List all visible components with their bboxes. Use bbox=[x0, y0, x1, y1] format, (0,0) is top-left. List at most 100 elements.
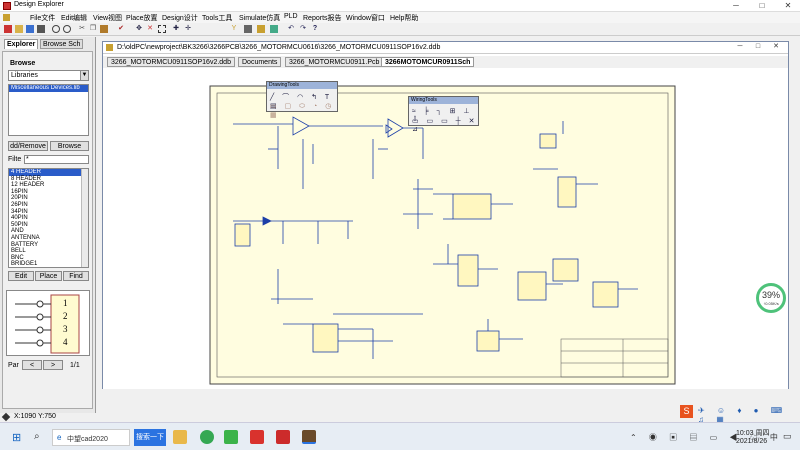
notification-icon[interactable]: ▭ bbox=[783, 431, 792, 442]
close-button[interactable]: ✕ bbox=[777, 0, 799, 12]
menu-help[interactable]: Help帮助 bbox=[390, 13, 418, 23]
menu-simulate[interactable]: Simulate仿真 bbox=[239, 13, 280, 23]
find-button[interactable]: Find bbox=[63, 271, 89, 281]
shape-tools-icon[interactable]: ▭ ▢ ⬭ ◔ ◷ ▦ bbox=[270, 102, 337, 119]
network-speed-widget[interactable]: 39% ↑0.05K/s bbox=[756, 283, 786, 313]
library-icon[interactable] bbox=[244, 25, 252, 33]
document-path: D:\oldPC\newproject\BK3266\3266PCB\3266_… bbox=[117, 44, 441, 51]
select-icon[interactable] bbox=[158, 25, 166, 33]
drawing-tools-palette[interactable]: DrawingTools ╱ ⌒ ◠ ↰ T ▤ ▭ ▢ ⬭ ◔ ◷ ▦ bbox=[266, 81, 338, 119]
tab-explorer[interactable]: Explorer bbox=[4, 39, 39, 49]
move-icon[interactable]: ✥ bbox=[135, 25, 143, 33]
menu-pld[interactable]: PLD bbox=[284, 13, 298, 20]
browse-select[interactable]: Libraries ▼ bbox=[8, 70, 89, 81]
list-item[interactable]: 16PIN bbox=[9, 189, 88, 196]
schematic-canvas[interactable]: DrawingTools ╱ ⌒ ◠ ↰ T ▤ ▭ ▢ ⬭ ◔ ◷ ▦ Wir… bbox=[103, 69, 788, 389]
drag-icon[interactable]: ✚ bbox=[172, 25, 180, 33]
protel-icon[interactable] bbox=[302, 430, 316, 444]
part-prev-button[interactable]: < bbox=[22, 360, 42, 370]
list-item[interactable]: 8 HEADER bbox=[9, 176, 88, 183]
list-item[interactable]: ANTENNA bbox=[9, 235, 88, 242]
app-red-icon[interactable] bbox=[250, 430, 264, 444]
open-icon[interactable] bbox=[15, 25, 23, 33]
menu-place[interactable]: Place放置 bbox=[126, 13, 158, 23]
windows-start-icon[interactable]: ⊞ bbox=[12, 431, 21, 444]
browser-icon[interactable] bbox=[200, 430, 214, 444]
port-tools-icon[interactable]: ▭ ▭ ▭ ┼ ✕ ⊿ bbox=[412, 117, 478, 133]
search-icon[interactable]: ⌕ bbox=[34, 431, 40, 442]
tab-documents[interactable]: Documents bbox=[238, 57, 282, 67]
menu-edit[interactable]: Edit编辑 bbox=[61, 13, 87, 23]
list-scrollbar[interactable] bbox=[81, 169, 88, 267]
browse-label: Browse bbox=[10, 60, 36, 67]
tab-schematic[interactable]: 3266MOTOMCUR0911Sch bbox=[381, 57, 475, 67]
clock-time[interactable]: 10:03 周四 bbox=[736, 428, 769, 438]
menu-bar: File文件 Edit编辑 View视图 Place放置 Design设计 To… bbox=[0, 12, 800, 23]
list-item[interactable]: 40PIN bbox=[9, 215, 88, 222]
tab-ddb[interactable]: 3266_MOTORMCU0911SOP16v2.ddb bbox=[107, 57, 235, 67]
doc-close-button[interactable]: ✕ bbox=[767, 42, 785, 52]
component-icon[interactable] bbox=[257, 25, 265, 33]
zoom-in-icon[interactable] bbox=[52, 25, 60, 33]
list-item[interactable]: BELL bbox=[9, 248, 88, 255]
list-item[interactable]: 4 HEADER bbox=[9, 169, 88, 176]
preview-pin-1: 1 bbox=[63, 298, 68, 308]
print-icon[interactable] bbox=[37, 25, 45, 33]
probe-icon[interactable]: Y bbox=[230, 25, 238, 33]
doc-minimize-button[interactable]: ─ bbox=[731, 42, 749, 52]
list-item[interactable]: BATTERY bbox=[9, 242, 88, 249]
maximize-button[interactable]: □ bbox=[751, 0, 773, 12]
search-box[interactable]: e 中望cad2020 bbox=[52, 429, 130, 446]
list-item[interactable]: 50PIN bbox=[9, 222, 88, 229]
zoom-out-icon[interactable] bbox=[63, 25, 71, 33]
file-explorer-icon[interactable] bbox=[173, 430, 187, 444]
component-list[interactable]: 4 HEADER 8 HEADER 12 HEADER 16PIN 20PIN … bbox=[8, 168, 89, 268]
taskbar: ⊞ ⌕ e 中望cad2020 搜索一下 ⌃ ◉ ▣ ▤ ▭ ◀ ☁ 中 10:… bbox=[0, 422, 800, 450]
wiring-tools-title: WiringTools bbox=[409, 97, 478, 104]
wps-icon[interactable] bbox=[276, 430, 290, 444]
wechat-icon[interactable] bbox=[224, 430, 238, 444]
cross-icon[interactable]: ✛ bbox=[184, 25, 192, 33]
undo-icon[interactable]: ↶ bbox=[287, 25, 295, 33]
list-item[interactable]: AND bbox=[9, 228, 88, 235]
menu-design[interactable]: Design设计 bbox=[162, 13, 198, 23]
menu-reports[interactable]: Reports报告 bbox=[303, 13, 342, 23]
list-item[interactable]: BNC bbox=[9, 255, 88, 262]
clock-date[interactable]: 2021/8/26 bbox=[736, 438, 767, 445]
minimize-button[interactable]: ─ bbox=[725, 0, 747, 12]
deselect-icon[interactable]: ✕ bbox=[146, 25, 154, 33]
browse-button[interactable]: Browse bbox=[50, 141, 89, 151]
library-item[interactable]: Miscellaneous Devices.lib bbox=[9, 85, 88, 92]
list-item[interactable]: 34PIN bbox=[9, 209, 88, 216]
wire-icon[interactable]: ✔ bbox=[117, 25, 125, 33]
wiring-tools-palette[interactable]: WiringTools ≈ ╞ ┐ ⊞ ⊥ ⇩ ▭ ▭ ▭ ┼ ✕ ⊿ bbox=[408, 96, 479, 133]
search-button[interactable]: 搜索一下 bbox=[134, 429, 166, 446]
doc-maximize-button[interactable]: □ bbox=[749, 42, 767, 52]
tab-browse-sch[interactable]: Browse Sch bbox=[40, 39, 84, 49]
paste-icon[interactable] bbox=[100, 25, 108, 33]
menu-view[interactable]: View视图 bbox=[93, 13, 122, 23]
part-next-button[interactable]: > bbox=[43, 360, 63, 370]
help-icon[interactable]: ? bbox=[311, 25, 319, 33]
netlist-icon[interactable] bbox=[270, 25, 278, 33]
menu-tools[interactable]: Tools工具 bbox=[202, 13, 232, 23]
redo-icon[interactable]: ↷ bbox=[299, 25, 307, 33]
place-button[interactable]: Place bbox=[35, 271, 62, 281]
save-icon[interactable] bbox=[26, 25, 34, 33]
edit-button[interactable]: Edit bbox=[8, 271, 34, 281]
menu-file[interactable]: File文件 bbox=[30, 13, 55, 23]
library-list[interactable]: Miscellaneous Devices.lib bbox=[8, 84, 89, 136]
cut-icon[interactable]: ✂ bbox=[78, 25, 86, 33]
list-item[interactable]: 12 HEADER bbox=[9, 182, 88, 189]
new-icon[interactable] bbox=[4, 25, 12, 33]
list-item[interactable]: 26PIN bbox=[9, 202, 88, 209]
list-item[interactable]: 20PIN bbox=[9, 195, 88, 202]
filter-input[interactable]: * bbox=[24, 155, 89, 164]
copy-icon[interactable]: ❐ bbox=[89, 25, 97, 33]
tab-pcb[interactable]: 3266_MOTORMCU0911.Pcb bbox=[285, 57, 384, 67]
menu-window[interactable]: Window窗口 bbox=[346, 13, 385, 23]
chevron-down-icon[interactable]: ▼ bbox=[80, 71, 88, 80]
add-remove-button[interactable]: dd/Remove bbox=[8, 141, 48, 151]
list-item[interactable]: BRIDGE1 bbox=[9, 261, 88, 267]
sogou-icon[interactable]: S bbox=[680, 405, 693, 418]
